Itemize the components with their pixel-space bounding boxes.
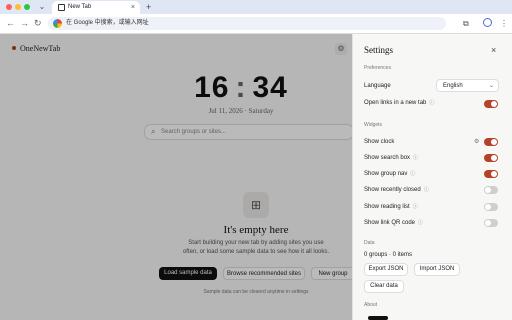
tab-favicon-icon: [58, 4, 65, 11]
info-icon: ⓘ: [418, 220, 424, 226]
info-icon: ⓘ: [412, 204, 418, 210]
info-icon: ⓘ: [429, 100, 435, 106]
menu-icon[interactable]: ⋮: [500, 18, 508, 29]
close-window-button[interactable]: [6, 4, 12, 10]
omnibox[interactable]: 在 Google 中搜索，或输入网址: [48, 17, 446, 30]
settings-title: Settings: [364, 45, 394, 55]
modal-overlay[interactable]: [0, 34, 352, 320]
clock-settings-gear-icon[interactable]: ⚙: [474, 138, 479, 146]
widgets-section-label: Widgets: [364, 122, 383, 128]
tab-title: New Tab: [68, 4, 92, 10]
info-icon: ⓘ: [423, 187, 429, 193]
show-reading-list-toggle[interactable]: [484, 203, 498, 211]
language-select[interactable]: English ⌄: [436, 79, 499, 92]
widget-label-text: Show search box: [364, 155, 411, 161]
open-links-label-text: Open links in a new tab: [364, 100, 427, 106]
language-label: Language: [364, 83, 391, 89]
browser-tab-strip: ⌄ New Tab × +: [0, 0, 512, 14]
about-section-label: About: [364, 302, 378, 308]
minimize-window-button[interactable]: [15, 4, 21, 10]
toggle-knob: [485, 220, 491, 226]
toggle-knob: [491, 101, 497, 107]
widget-label-show-reading-list: Show reading list ⓘ: [364, 203, 418, 211]
data-section-label: Data: [364, 240, 375, 246]
extensions-icon[interactable]: ⧉: [463, 18, 469, 29]
tab-new-tab[interactable]: New Tab ×: [52, 1, 140, 14]
data-stats: 0 groups · 0 items: [364, 252, 413, 258]
widget-label-show-search-box: Show search box ⓘ: [364, 154, 418, 162]
widget-label-text: Show recently closed: [364, 187, 421, 193]
close-icon[interactable]: ×: [491, 45, 496, 55]
new-tab-button[interactable]: +: [146, 2, 151, 12]
open-links-label: Open links in a new tab ⓘ: [364, 99, 434, 107]
widget-label-show-clock: Show clock: [364, 139, 395, 145]
widget-label-show-recently-closed: Show recently closed ⓘ: [364, 186, 429, 194]
maximize-window-button[interactable]: [24, 4, 30, 10]
export-json-button[interactable]: Export JSON: [364, 263, 408, 276]
open-links-toggle[interactable]: [484, 100, 498, 108]
toggle-knob: [485, 204, 491, 210]
widget-label-show-link-qr-code: Show link QR code ⓘ: [364, 219, 423, 227]
widget-label-text: Show reading list: [364, 204, 410, 210]
import-json-button[interactable]: Import JSON: [414, 263, 460, 276]
widget-label-text: Show group nav: [364, 171, 408, 177]
toggle-knob: [491, 155, 497, 161]
toggle-knob: [485, 187, 491, 193]
tab-close-icon[interactable]: ×: [131, 3, 135, 12]
settings-panel: Settings × Preferences Language English …: [352, 34, 512, 320]
profile-avatar[interactable]: [483, 18, 492, 27]
info-icon: ⓘ: [413, 155, 419, 161]
language-select-value: English: [443, 83, 463, 89]
forward-icon[interactable]: →: [20, 18, 29, 29]
show-group-nav-toggle[interactable]: [484, 170, 498, 178]
clear-data-button[interactable]: Clear data: [364, 280, 404, 293]
toggle-knob: [491, 171, 497, 177]
reload-icon[interactable]: ↻: [34, 18, 42, 29]
info-icon: ⓘ: [410, 171, 416, 177]
about-logo-icon: [368, 316, 388, 320]
widget-label-text: Show link QR code: [364, 220, 416, 226]
address-toolbar: ← → ↻ 在 Google 中搜索，或输入网址 ⧉ ⋮: [0, 14, 512, 34]
show-recently-closed-toggle[interactable]: [484, 186, 498, 194]
preferences-section-label: Preferences: [364, 65, 391, 71]
tab-search-chevron-icon[interactable]: ⌄: [36, 2, 48, 12]
omnibox-text: 在 Google 中搜索，或输入网址: [66, 20, 149, 26]
back-icon[interactable]: ←: [6, 18, 15, 29]
toggle-knob: [491, 139, 497, 145]
chevron-down-icon: ⌄: [488, 83, 494, 89]
widget-label-show-group-nav: Show group nav ⓘ: [364, 170, 415, 178]
show-clock-toggle[interactable]: [484, 138, 498, 146]
show-link-qr-code-toggle[interactable]: [484, 219, 498, 227]
google-icon: [53, 19, 62, 28]
show-search-box-toggle[interactable]: [484, 154, 498, 162]
